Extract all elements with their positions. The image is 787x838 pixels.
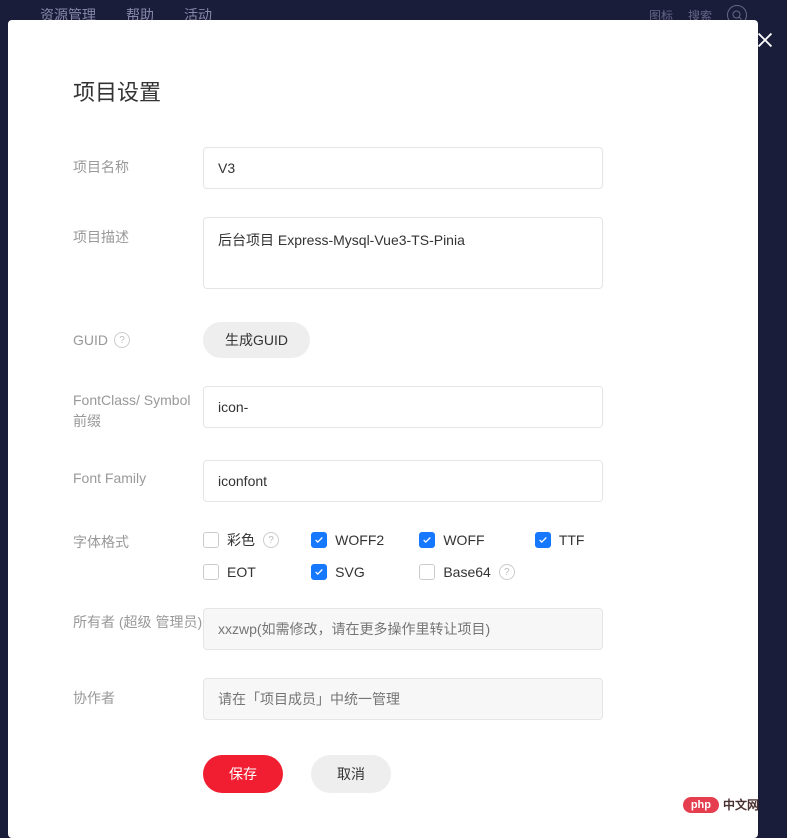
checkbox-label-woff2: WOFF2 xyxy=(335,532,384,548)
project-desc-input[interactable]: 后台项目 Express-Mysql-Vue3-TS-Pinia xyxy=(203,217,603,289)
label-font-formats: 字体格式 xyxy=(73,530,203,552)
label-font-family: Font Family xyxy=(73,460,203,486)
php-cn-text: 中文网 xyxy=(723,796,759,813)
generate-guid-button[interactable]: 生成GUID xyxy=(203,322,310,358)
checkbox-base64[interactable] xyxy=(419,564,435,580)
save-button[interactable]: 保存 xyxy=(203,755,283,793)
checkbox-label-woff: WOFF xyxy=(443,532,484,548)
label-owner: 所有者 (超级 管理员) xyxy=(73,608,203,633)
checkbox-label-base64: Base64 xyxy=(443,564,490,580)
label-project-desc: 项目描述 xyxy=(73,217,203,247)
php-watermark: php 中文网 xyxy=(683,796,759,813)
label-collaborator: 协作者 xyxy=(73,678,203,708)
php-pill: php xyxy=(683,797,719,813)
help-icon[interactable]: ? xyxy=(263,532,279,548)
prefix-input[interactable] xyxy=(203,386,603,428)
checkbox-label-color: 彩色 xyxy=(227,530,255,550)
project-settings-modal: 项目设置 项目名称 项目描述 后台项目 Express-Mysql-Vue3-T… xyxy=(8,20,758,838)
font-family-input[interactable] xyxy=(203,460,603,502)
help-icon[interactable]: ? xyxy=(114,332,130,348)
checkbox-woff2[interactable] xyxy=(311,532,327,548)
checkbox-label-ttf: TTF xyxy=(559,532,585,548)
checkbox-eot[interactable] xyxy=(203,564,219,580)
checkbox-ttf[interactable] xyxy=(535,532,551,548)
cancel-button[interactable]: 取消 xyxy=(311,755,391,793)
label-project-name: 项目名称 xyxy=(73,147,203,177)
checkbox-label-eot: EOT xyxy=(227,564,256,580)
modal-title: 项目设置 xyxy=(73,75,693,107)
owner-input xyxy=(203,608,603,650)
checkbox-svg[interactable] xyxy=(311,564,327,580)
label-guid: GUID ? xyxy=(73,322,203,348)
checkbox-label-svg: SVG xyxy=(335,564,365,580)
label-prefix: FontClass/ Symbol 前缀 xyxy=(73,386,203,432)
checkbox-color[interactable] xyxy=(203,532,219,548)
help-icon[interactable]: ? xyxy=(499,564,515,580)
checkbox-woff[interactable] xyxy=(419,532,435,548)
collaborator-input xyxy=(203,678,603,720)
project-name-input[interactable] xyxy=(203,147,603,189)
